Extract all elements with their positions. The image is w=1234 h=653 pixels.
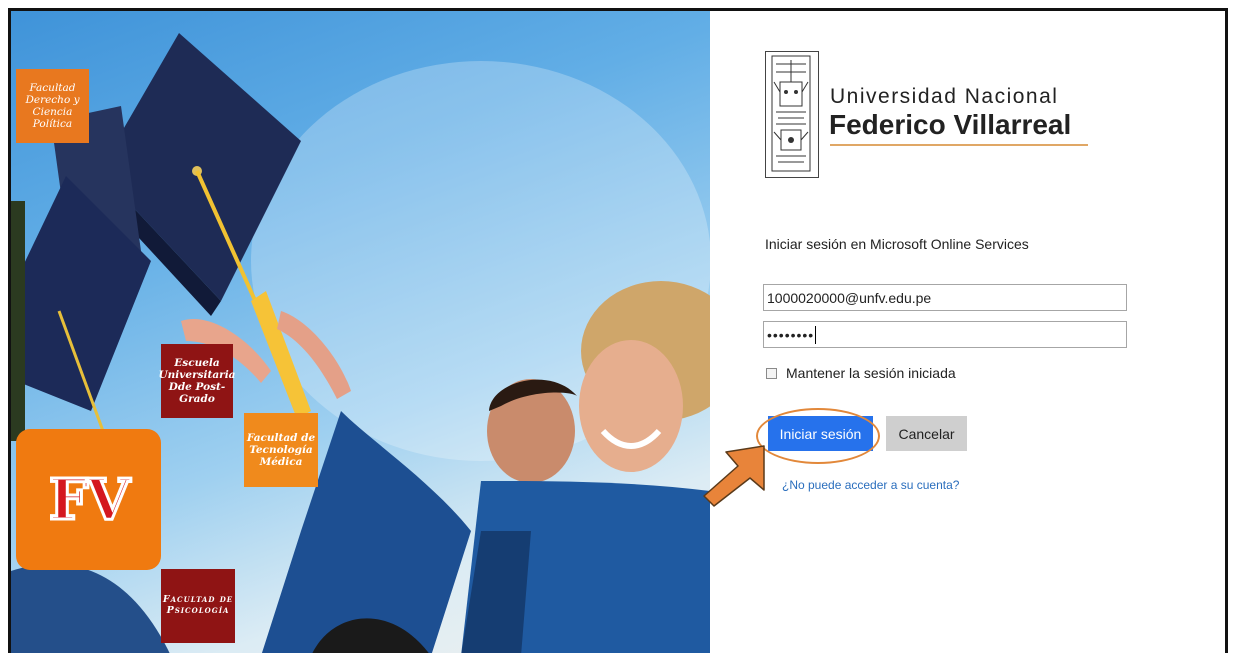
fv-logo-text: FV xyxy=(47,465,131,534)
arrow-pointer-icon xyxy=(703,445,765,507)
hero-image: Facultad Derecho y Ciencia Política Escu… xyxy=(11,11,710,653)
keep-signed-in-label: Mantener la sesión iniciada xyxy=(786,365,956,381)
keep-signed-in[interactable]: Mantener la sesión iniciada xyxy=(766,365,956,381)
faculty-tile-escuela: Escuela Universitaria Dde Post- Grado xyxy=(159,344,236,418)
university-crest-icon xyxy=(765,51,819,178)
university-name-line2: Federico Villarreal xyxy=(829,109,1072,140)
faculty-tile-tecnologia: Facultad de Tecnología Médica xyxy=(244,413,318,487)
fv-logo: FV xyxy=(16,429,161,570)
faculty-tile-derecho: Facultad Derecho y Ciencia Política xyxy=(16,69,89,143)
text-caret xyxy=(815,325,817,344)
username-input[interactable]: 1000020000@unfv.edu.pe xyxy=(763,284,1127,311)
username-value: 1000020000@unfv.edu.pe xyxy=(767,289,932,306)
password-input[interactable]: •••••••• xyxy=(763,321,1127,348)
cancel-button[interactable]: Cancelar xyxy=(886,416,967,451)
highlight-ring xyxy=(756,408,880,464)
brand-underline xyxy=(830,144,1088,146)
faculty-tile-psicologia: Facultad de Psicología xyxy=(161,569,235,643)
signin-heading: Iniciar sesión en Microsoft Online Servi… xyxy=(765,236,1029,252)
login-panel: Universidad Nacional Federico Villarreal… xyxy=(710,11,1225,653)
keep-signed-in-checkbox[interactable] xyxy=(766,367,777,379)
university-name-line1: Universidad Nacional xyxy=(830,85,1059,108)
cant-access-account-link[interactable]: ¿No puede acceder a su cuenta? xyxy=(782,478,959,492)
password-mask: •••••••• xyxy=(767,326,815,343)
screenshot-frame: Facultad Derecho y Ciencia Política Escu… xyxy=(8,8,1228,653)
